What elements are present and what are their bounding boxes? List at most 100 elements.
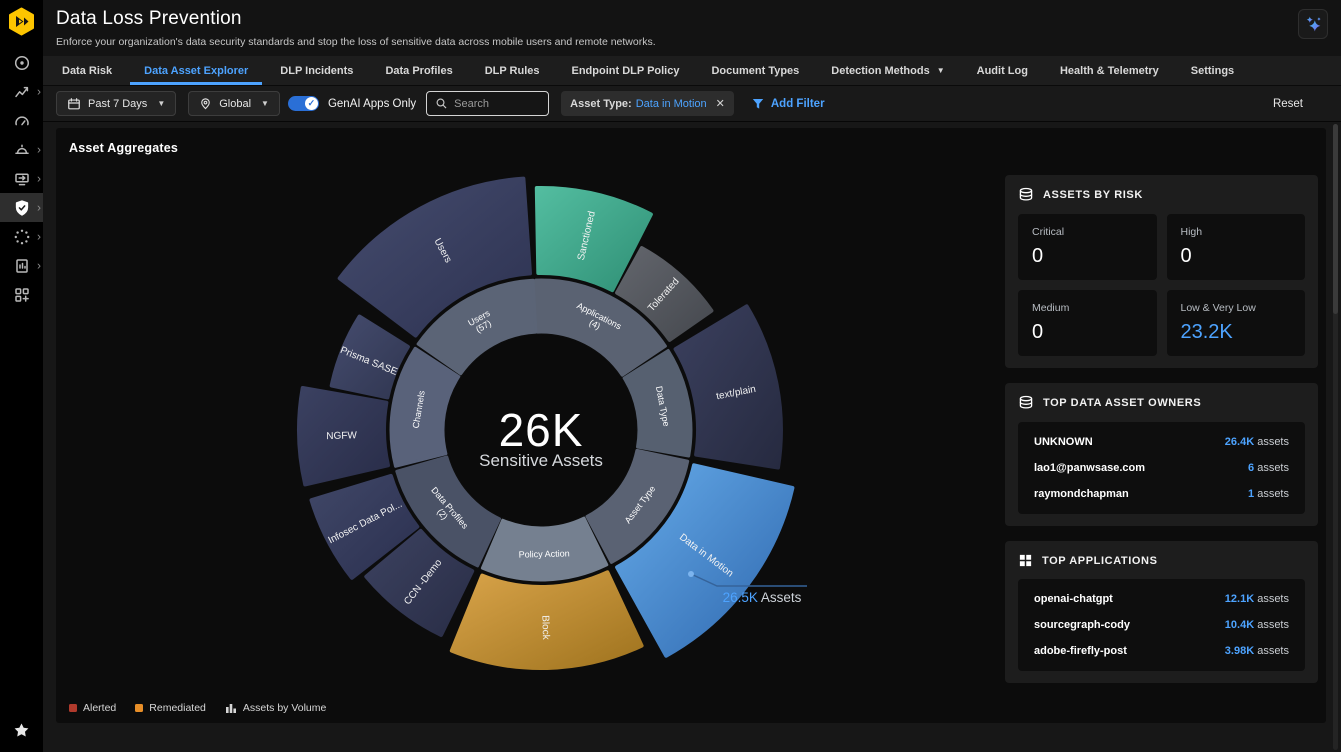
legend-swatch [135, 704, 143, 712]
toggle-switch[interactable]: ✓ [288, 96, 319, 111]
owner-row-raymondchapman: raymondchapman 1 assets [1034, 488, 1289, 500]
calendar-icon [67, 97, 81, 111]
row-name: lao1@panwsase.com [1034, 462, 1145, 474]
chevron-right-icon: › [37, 259, 41, 271]
chevron-right-icon: › [37, 230, 41, 242]
legend-label: Remediated [149, 702, 206, 714]
sidebar: › › › › › › [0, 0, 43, 752]
chevron-down-icon: ▼ [157, 99, 165, 108]
row-name: sourcegraph-cody [1034, 619, 1130, 631]
asset-aggregates-card: Asset Aggregates Applications(4)Sanction… [56, 128, 1326, 723]
top-data-asset-owners-panel: TOP DATA ASSET OWNERS UNKNOWN26.4K asset… [1005, 383, 1318, 526]
application-row-sourcegraph-cody: sourcegraph-cody 10.4K assets [1034, 619, 1289, 631]
reset-button[interactable]: Reset [1273, 98, 1303, 110]
tile-value: 23.2K [1181, 321, 1292, 344]
application-row-adobe-firefly-post: adobe-firefly-post 3.98K assets [1034, 645, 1289, 657]
row-assets-link[interactable]: 1 assets [1248, 488, 1289, 500]
toggle-label: GenAI Apps Only [328, 98, 416, 110]
chevron-down-icon: ▼ [937, 66, 945, 75]
tab-detection-methods[interactable]: Detection Methods▼ [817, 56, 958, 85]
row-assets-link[interactable]: 26.4K assets [1225, 436, 1289, 448]
right-column: ASSETS BY RISK Critical0High0Medium0Low … [1005, 175, 1318, 683]
tab-health-telemetry[interactable]: Health & Telemetry [1046, 56, 1173, 85]
sidebar-item-incidents-alarm[interactable]: › [0, 135, 43, 164]
sidebar-nav: › › › › › › [0, 48, 43, 309]
legend-label: Assets by Volume [243, 702, 326, 714]
search-box[interactable] [426, 91, 549, 116]
incidents-alarm-icon [13, 141, 31, 159]
legend-item-assets-by-volume[interactable]: Assets by Volume [225, 702, 326, 714]
row-assets-link[interactable]: 6 assets [1248, 462, 1289, 474]
chip-remove-icon[interactable]: ✕ [716, 97, 725, 110]
tile-value: 0 [1032, 321, 1143, 344]
tile-label: Critical [1032, 226, 1143, 238]
radar-icon [13, 54, 31, 72]
insights-icon [13, 83, 31, 101]
tab-dlp-rules[interactable]: DLP Rules [471, 56, 554, 85]
sidebar-item-workflows-dots[interactable]: › [0, 222, 43, 251]
tile-label: Medium [1032, 302, 1143, 314]
chevron-right-icon: › [37, 172, 41, 184]
row-assets-link[interactable]: 10.4K assets [1225, 619, 1289, 631]
risk-tile-low-very-low[interactable]: Low & Very Low 23.2K [1167, 290, 1306, 356]
risk-tile-medium[interactable]: Medium 0 [1018, 290, 1157, 356]
tab-data-profiles[interactable]: Data Profiles [371, 56, 466, 85]
center-value: 26K [499, 404, 584, 456]
manage-grid-icon [13, 286, 31, 304]
chevron-right-icon: › [37, 85, 41, 97]
legend-item-remediated[interactable]: Remediated [135, 702, 206, 714]
risk-tile-high[interactable]: High0 [1167, 214, 1306, 280]
sidebar-item-manage-grid[interactable] [0, 280, 43, 309]
dashboard-gauge-icon [13, 112, 31, 130]
scrollbar[interactable] [1333, 124, 1338, 750]
tab-data-asset-explorer[interactable]: Data Asset Explorer [130, 56, 262, 85]
tab-endpoint-dlp-policy[interactable]: Endpoint DLP Policy [558, 56, 694, 85]
row-assets-link[interactable]: 12.1K assets [1225, 593, 1289, 605]
sidebar-item-network-setup[interactable]: › [0, 164, 43, 193]
funnel-icon [752, 98, 764, 110]
network-setup-icon [13, 170, 31, 188]
location-pin-icon [199, 97, 212, 110]
scope-value: Global [219, 98, 251, 110]
add-filter-label: Add Filter [771, 98, 825, 110]
chart-legend: Alerted Remediated Assets by Volume [69, 702, 326, 714]
main-content: Asset Aggregates Applications(4)Sanction… [43, 122, 1341, 752]
sidebar-item-reports[interactable]: › [0, 251, 43, 280]
legend-item-alerted[interactable]: Alerted [69, 702, 116, 714]
database-icon [1018, 187, 1034, 203]
app-header: Data Loss Prevention Enforce your organi… [43, 0, 1341, 56]
palo-alto-networks-logo [7, 7, 36, 36]
panel-title: TOP APPLICATIONS [1042, 555, 1158, 567]
time-range-select[interactable]: Past 7 Days ▼ [56, 91, 176, 116]
row-name: openai-chatgpt [1034, 593, 1113, 605]
tab-audit-log[interactable]: Audit Log [963, 56, 1042, 85]
chip-label: Asset Type: [570, 98, 632, 110]
tab-dlp-incidents[interactable]: DLP Incidents [266, 56, 367, 85]
sidebar-item-insights[interactable]: › [0, 77, 43, 106]
sidebar-item-radar[interactable] [0, 48, 43, 77]
add-filter-button[interactable]: Add Filter [752, 98, 825, 110]
row-name: adobe-firefly-post [1034, 645, 1127, 657]
row-assets-link[interactable]: 3.98K assets [1225, 645, 1289, 657]
risk-tile-critical[interactable]: Critical0 [1018, 214, 1157, 280]
filter-chip-asset-type[interactable]: Asset Type: Data in Motion ✕ [561, 91, 734, 116]
genai-apps-toggle[interactable]: ✓ GenAI Apps Only [288, 96, 416, 111]
sparkles-icon [1302, 13, 1324, 35]
ai-copilot-button[interactable] [1298, 9, 1328, 39]
database-icon [1018, 395, 1034, 411]
tile-label: Low & Very Low [1181, 302, 1292, 314]
row-name: raymondchapman [1034, 488, 1129, 500]
filter-bar: Past 7 Days ▼ Global ▼ ✓ GenAI Apps Only… [43, 86, 1341, 122]
tab-document-types[interactable]: Document Types [697, 56, 813, 85]
callout-text: 26.5K Assets [723, 590, 802, 605]
tile-label: High [1181, 226, 1292, 238]
sidebar-item-security-shield[interactable]: › [0, 193, 43, 222]
segment-label: Block [539, 615, 551, 641]
tab-data-risk[interactable]: Data Risk [48, 56, 126, 85]
favorites-star-icon[interactable] [0, 716, 43, 745]
search-input[interactable] [454, 98, 540, 110]
sidebar-item-dashboard-gauge[interactable] [0, 106, 43, 135]
top-applications-panel: TOP APPLICATIONS openai-chatgpt 12.1K ass… [1005, 541, 1318, 683]
scope-select[interactable]: Global ▼ [188, 91, 280, 116]
tab-settings[interactable]: Settings [1177, 56, 1248, 85]
